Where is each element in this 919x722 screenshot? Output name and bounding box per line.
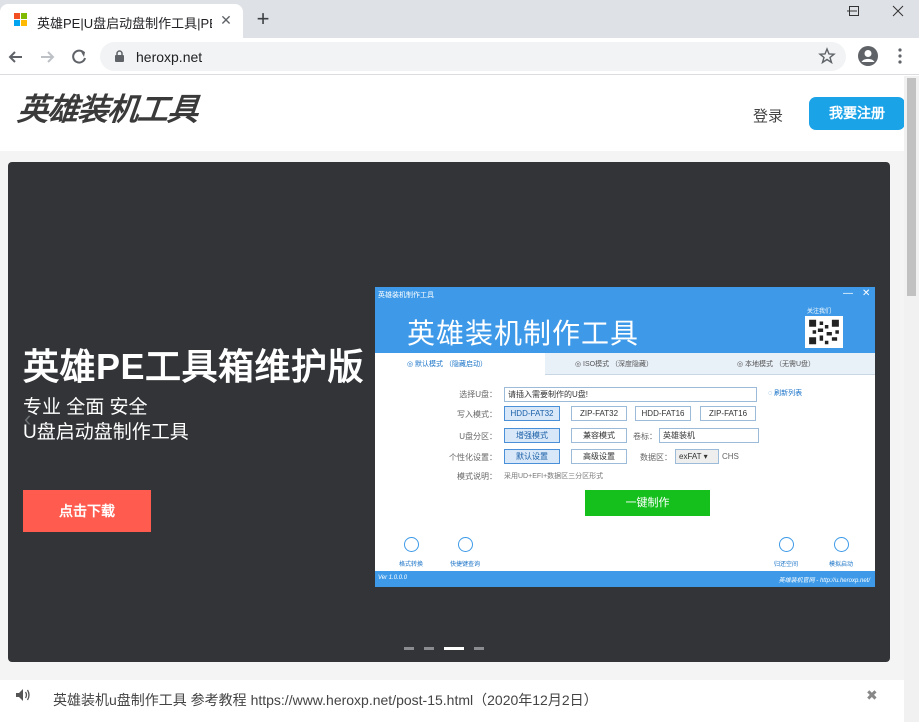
browser-tab[interactable]: 英雄PE|U盘启动盘制作工具|PE工 ✕ xyxy=(0,4,243,38)
app-refresh-link: ◌ 刷新列表 xyxy=(768,390,803,397)
notice-bar: 英雄装机u盘制作工具 参考教程 https://www.heroxp.net/p… xyxy=(0,680,904,722)
banner-subtitle-2: U盘启动盘制作工具 xyxy=(23,422,189,443)
notice-close-icon[interactable]: ✖ xyxy=(866,687,878,704)
carousel-dot-3-active[interactable] xyxy=(444,647,464,650)
app-usb-select: 请插入需要制作的U盘! xyxy=(504,387,757,402)
menu-kebab-icon[interactable] xyxy=(893,47,907,65)
close-window-button[interactable] xyxy=(875,0,919,24)
app-partition-label: U盘分区： xyxy=(459,432,497,441)
favicon-icon xyxy=(14,13,28,27)
maximize-icon xyxy=(849,6,859,16)
url-text: heroxp.net xyxy=(136,49,203,65)
app-window-title: 英雄装机制作工具 xyxy=(378,292,434,299)
app-format-icon: 格式转换 xyxy=(391,537,431,568)
new-tab-button[interactable]: + xyxy=(254,8,272,30)
carousel-dot-1[interactable] xyxy=(404,647,414,650)
app-minimize-icon: — xyxy=(843,288,853,299)
carousel-dot-4[interactable] xyxy=(474,647,484,650)
tab-title: 英雄PE|U盘启动盘制作工具|PE工 xyxy=(37,16,212,31)
close-icon xyxy=(892,5,904,17)
app-tab-local: ◎ 本地模式 （无需U盘） xyxy=(737,361,816,368)
register-button[interactable]: 我要注册 xyxy=(809,97,905,130)
lock-icon xyxy=(115,50,124,62)
address-bar[interactable]: heroxp.net xyxy=(100,42,846,71)
carousel-prev-icon[interactable]: ‹ xyxy=(24,406,31,432)
hero-carousel: 英雄PE工具箱维护版 专业 全面 安全 U盘启动盘制作工具 点击下载 ‹ › 英… xyxy=(8,162,890,662)
app-usb-label: 选择U盘： xyxy=(459,390,497,399)
app-heading: 英雄装机制作工具 xyxy=(407,318,640,349)
qr-code-icon xyxy=(805,316,843,348)
forward-icon[interactable] xyxy=(37,47,57,67)
scrollbar-thumb[interactable] xyxy=(907,78,916,296)
download-button[interactable]: 点击下载 xyxy=(23,490,151,532)
app-restore-icon: 归还空间 xyxy=(766,537,806,568)
app-hotkey-icon: 快捷键查询 xyxy=(445,537,485,568)
login-link[interactable]: 登录 xyxy=(753,105,783,126)
app-personal-label: 个性化设置： xyxy=(449,453,497,462)
app-volume-label: 卷标： xyxy=(633,432,657,441)
browser-toolbar: heroxp.net xyxy=(0,38,919,75)
app-screenshot: 英雄装机制作工具 — ✕ 英雄装机制作工具 关注我们 ◎ 默认模式 （隐藏启动）… xyxy=(375,287,875,587)
banner-subtitle-1: 专业 全面 安全 xyxy=(23,397,148,418)
app-volume-input: 英雄装机 xyxy=(659,428,759,443)
app-tab-default: ◎ 默认模式 （隐藏启动） xyxy=(407,361,487,368)
site-logo[interactable]: 英雄装机工具 xyxy=(16,84,201,129)
back-icon[interactable] xyxy=(6,47,26,67)
reload-icon[interactable] xyxy=(69,47,89,67)
app-header: 英雄装机制作工具 — ✕ 英雄装机制作工具 关注我们 xyxy=(375,287,875,353)
app-desc-label: 模式说明： xyxy=(457,472,497,481)
banner-title: 英雄PE工具箱维护版 xyxy=(23,346,365,387)
app-footer: Ver 1.0.0.0 英雄装机官网 - http://u.heroxp.net… xyxy=(375,571,875,587)
tab-strip: 英雄PE|U盘启动盘制作工具|PE工 ✕ + xyxy=(0,0,919,38)
app-data-label: 数据区： xyxy=(640,453,672,462)
app-write-zip-fat16: ZIP-FAT16 xyxy=(700,406,756,421)
app-close-icon: ✕ xyxy=(862,288,871,299)
speaker-icon xyxy=(16,689,30,701)
notice-text[interactable]: 英雄装机u盘制作工具 参考教程 https://www.heroxp.net/p… xyxy=(53,690,598,710)
app-make-button: 一键制作 xyxy=(585,490,710,516)
app-tab-iso: ◎ ISO模式 （深度隐藏） xyxy=(575,361,654,368)
carousel-dot-2[interactable] xyxy=(424,647,434,650)
app-website: 英雄装机官网 - http://u.heroxp.net/ xyxy=(778,578,870,584)
app-version: Ver 1.0.0.0 xyxy=(378,575,408,581)
app-data-select: exFAT ▾ xyxy=(675,449,719,464)
app-personal-default: 默认设置 xyxy=(504,449,560,464)
app-partition-enhanced: 增强模式 xyxy=(504,428,560,443)
app-write-label: 写入模式： xyxy=(457,410,497,419)
app-write-hdd-fat16: HDD-FAT16 xyxy=(635,406,691,421)
app-write-hdd-fat32: HDD-FAT32 xyxy=(504,406,560,421)
profile-avatar-icon[interactable] xyxy=(857,45,879,67)
app-chs-checkbox: CHS xyxy=(722,452,739,461)
tab-close-icon[interactable]: ✕ xyxy=(218,12,234,28)
app-write-zip-fat32: ZIP-FAT32 xyxy=(571,406,627,421)
site-header: 英雄装机工具 登录 我要注册 xyxy=(0,76,905,151)
maximize-button[interactable] xyxy=(830,0,876,24)
app-mode-tabs: ◎ 默认模式 （隐藏启动） ◎ ISO模式 （深度隐藏） ◎ 本地模式 （无需U… xyxy=(375,353,875,375)
app-qr-label: 关注我们 xyxy=(807,309,832,315)
app-desc-text: 采用UD+EFI+数据区三分区形式 xyxy=(504,473,604,480)
app-simulate-icon: 模拟启动 xyxy=(821,537,861,568)
bookmark-star-icon[interactable] xyxy=(818,47,836,65)
app-personal-advanced: 高级设置 xyxy=(571,449,627,464)
page-scrollbar[interactable] xyxy=(904,76,919,722)
